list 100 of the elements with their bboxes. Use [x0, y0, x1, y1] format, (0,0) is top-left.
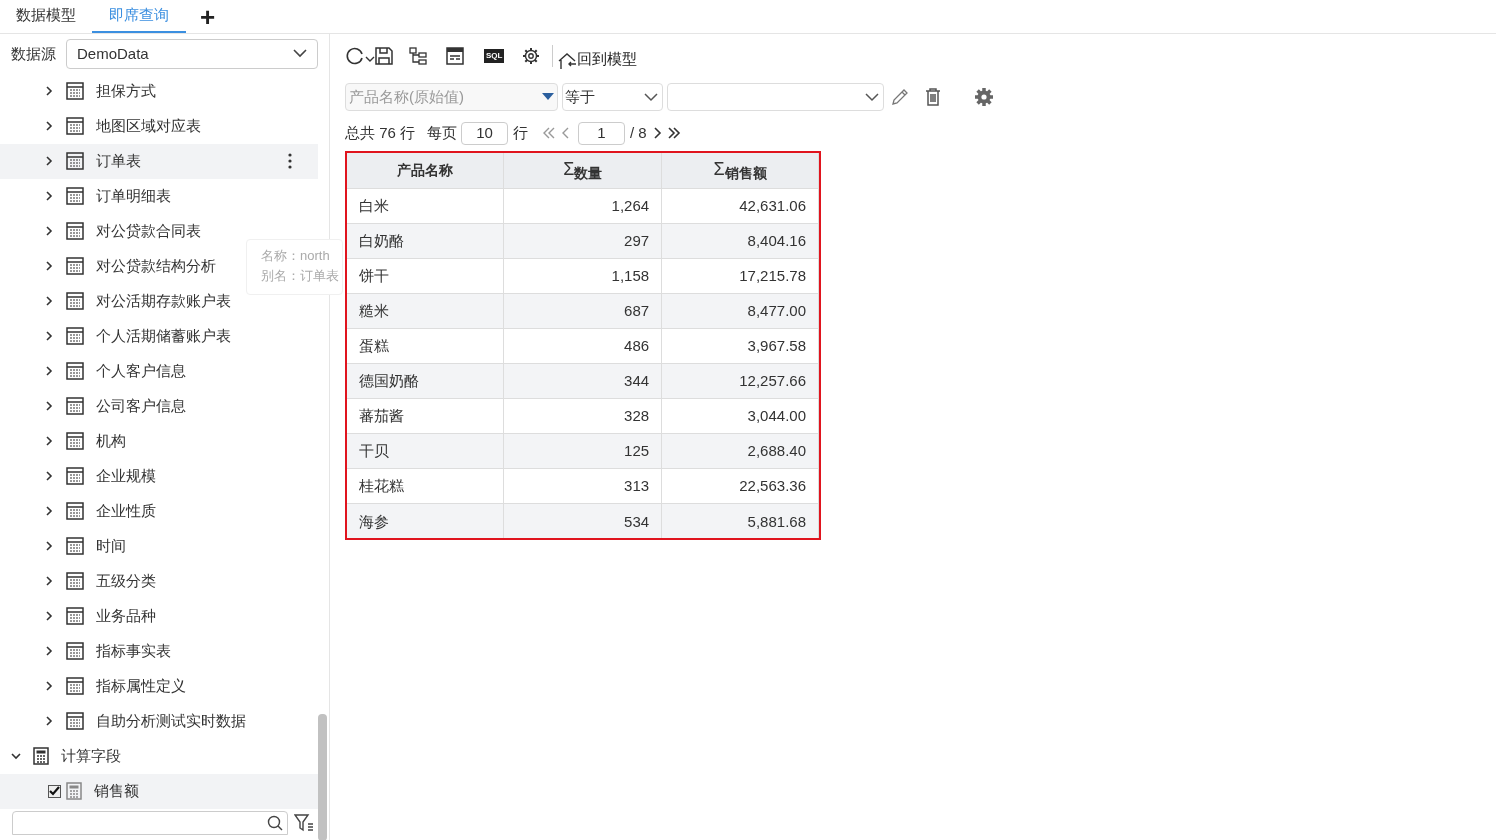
chevron-right-icon[interactable]: [45, 470, 53, 483]
tree-item[interactable]: 个人客户信息: [0, 353, 318, 389]
save-icon[interactable]: [375, 47, 393, 65]
settings-icon[interactable]: [974, 87, 994, 107]
hierarchy-icon[interactable]: [409, 47, 427, 65]
layout-icon[interactable]: [446, 47, 464, 65]
search-field[interactable]: [12, 811, 288, 836]
tree-item[interactable]: 企业规模: [0, 458, 318, 494]
table-icon: [66, 222, 84, 241]
table-icon: [66, 82, 84, 101]
chevron-right-icon[interactable]: [45, 295, 53, 308]
chevron-down-icon[interactable]: [10, 752, 22, 761]
chevron-right-icon[interactable]: [45, 505, 53, 518]
chevron-right-icon[interactable]: [45, 330, 53, 343]
chevron-right-icon[interactable]: [45, 120, 53, 133]
table-icon: [66, 572, 84, 591]
search-icon: [267, 815, 283, 832]
tab[interactable]: 数据模型: [0, 0, 92, 33]
table-icon: [66, 502, 84, 521]
chevron-right-icon[interactable]: [45, 85, 53, 98]
last-page-icon[interactable]: [666, 126, 681, 140]
total-rows-text: 总共 76 行: [345, 122, 416, 143]
chevron-right-icon[interactable]: [45, 155, 53, 168]
page-field[interactable]: 1: [578, 121, 626, 145]
chevron-right-icon[interactable]: [45, 400, 53, 413]
tooltip: 名称：north 别名：订单表: [246, 239, 343, 295]
chevron-right-icon[interactable]: [45, 645, 53, 658]
chevron-right-icon[interactable]: [45, 715, 53, 728]
table-icon: [66, 152, 84, 171]
tree-item[interactable]: 销售额: [0, 773, 318, 809]
chevron-right-icon[interactable]: [45, 540, 53, 553]
tree-item[interactable]: 指标属性定义: [0, 668, 318, 704]
pencil-icon[interactable]: [890, 87, 910, 107]
tree-item[interactable]: 机构: [0, 423, 318, 459]
tree-item[interactable]: 企业性质: [0, 493, 318, 529]
tree-item[interactable]: 自助分析测试实时数据: [0, 703, 318, 739]
chevron-down-icon[interactable]: [365, 55, 375, 63]
add-tab-button[interactable]: +: [186, 0, 230, 33]
table-icon: [66, 607, 84, 626]
chevron-right-icon[interactable]: [45, 225, 53, 238]
table-icon: [66, 677, 84, 696]
table-icon: [66, 712, 84, 731]
next-page-icon[interactable]: [652, 126, 663, 140]
refresh-icon[interactable]: [345, 46, 365, 66]
datasource-label: 数据源: [11, 43, 56, 64]
scrollbar-thumb[interactable]: [318, 713, 327, 840]
table-icon: [66, 362, 84, 381]
table-icon: [66, 642, 84, 661]
tree-item[interactable]: 个人活期储蓄账户表: [0, 318, 318, 354]
calculator-icon: [66, 782, 82, 801]
table-icon: [66, 257, 84, 276]
trash-icon[interactable]: [924, 87, 942, 107]
dropdown-triangle-icon: [542, 93, 554, 101]
tree-item[interactable]: 地图区域对应表: [0, 108, 318, 144]
calculator-icon: [33, 747, 49, 766]
chevron-right-icon[interactable]: [45, 435, 53, 448]
chevron-right-icon[interactable]: [45, 190, 53, 203]
first-page-icon[interactable]: [542, 126, 557, 140]
tree-item[interactable]: 担保方式: [0, 73, 318, 109]
tree-item[interactable]: 订单明细表: [0, 178, 318, 214]
table-icon: [66, 117, 84, 136]
table-cell: 5,881.68: [661, 503, 819, 538]
table-cell: 海参: [347, 503, 504, 538]
previous-page-icon[interactable]: [560, 126, 571, 140]
rows-label: 行: [513, 122, 529, 143]
table-icon: [66, 467, 84, 486]
checkbox[interactable]: [48, 784, 61, 798]
tree-item[interactable]: 指标事实表: [0, 633, 318, 669]
filter-icon[interactable]: [294, 814, 314, 833]
per-page-label: 每页: [427, 122, 458, 143]
table-icon: [66, 187, 84, 206]
tree-item[interactable]: 时间: [0, 528, 318, 564]
more-icon[interactable]: [288, 152, 292, 169]
home-icon: [557, 52, 578, 71]
table-cell: 534: [503, 503, 662, 538]
datasource-select[interactable]: DemoData: [66, 38, 318, 69]
tree-item[interactable]: 五级分类: [0, 563, 318, 599]
chevron-right-icon[interactable]: [45, 610, 53, 623]
table-icon: [66, 292, 84, 311]
chevron-right-icon[interactable]: [45, 575, 53, 588]
chevron-down-icon: [644, 92, 658, 102]
chevron-right-icon[interactable]: [45, 260, 53, 273]
per-page-field[interactable]: 10: [461, 121, 509, 145]
table-icon: [66, 432, 84, 451]
chevron-right-icon[interactable]: [45, 680, 53, 693]
table-icon: [66, 397, 84, 416]
chevron-right-icon[interactable]: [45, 365, 53, 378]
operator-select[interactable]: 等于: [562, 83, 663, 111]
tree-item[interactable]: 业务品种: [0, 598, 318, 634]
page-count: / 8: [630, 122, 647, 143]
settings-icon[interactable]: [522, 47, 541, 65]
tree-item[interactable]: 计算字段: [0, 738, 318, 774]
tab[interactable]: 即席查询: [92, 0, 186, 33]
chevron-down-icon: [865, 92, 879, 102]
table-icon: [66, 327, 84, 346]
back-to-model-button[interactable]: 回到模型: [557, 47, 638, 71]
tree-item[interactable]: 公司客户信息: [0, 388, 318, 424]
sql-icon[interactable]: SQL: [484, 49, 505, 63]
tree-item[interactable]: 订单表: [0, 143, 318, 179]
table-icon: [66, 537, 84, 556]
